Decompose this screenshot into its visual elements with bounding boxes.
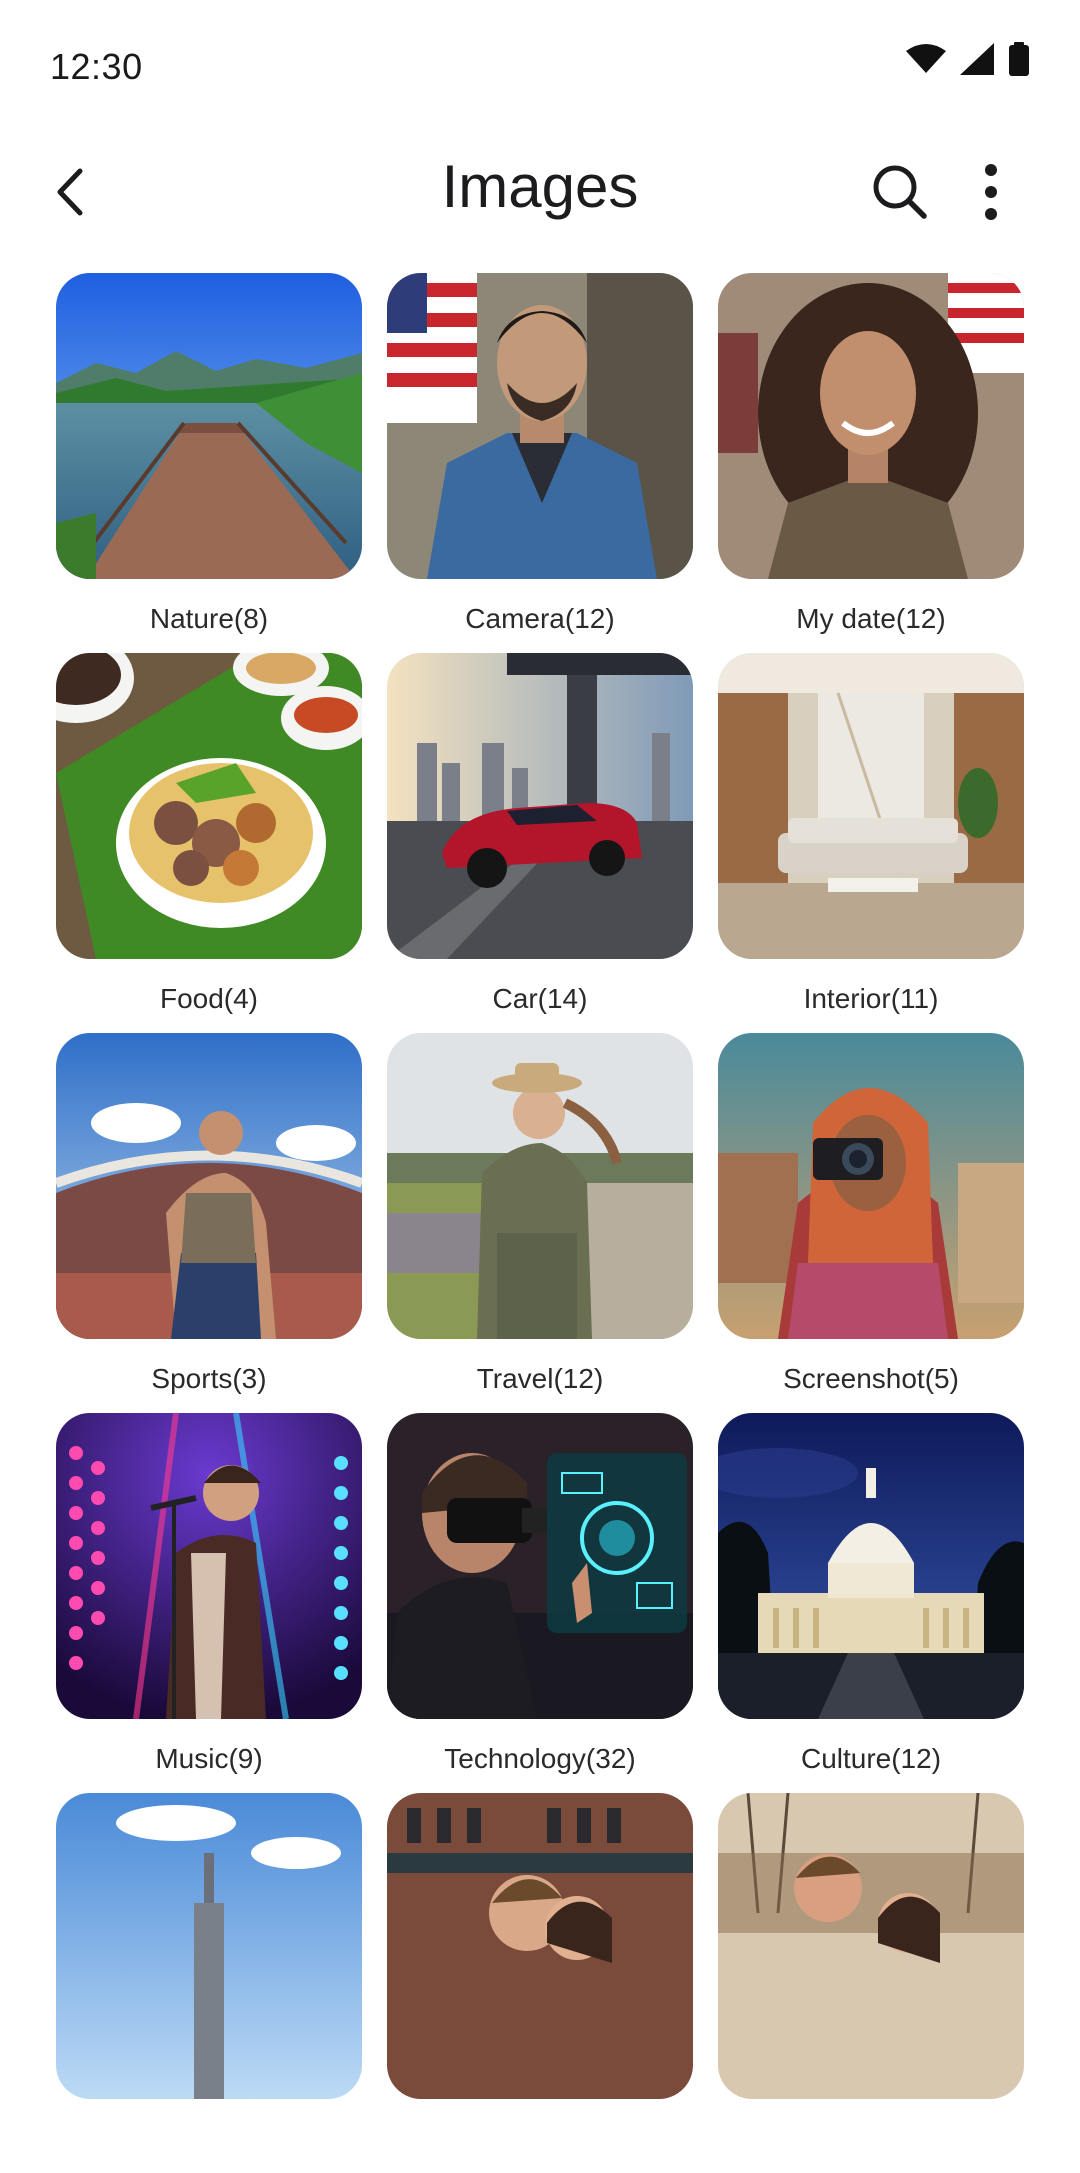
album-label [387,2119,693,2159]
album-label: Nature(8) [149,603,269,634]
album-camera[interactable]: Camera(12) [387,273,693,653]
album-sports[interactable]: Sports(3) [56,1033,362,1413]
album-label: My date(12) [796,603,946,634]
album-interior[interactable]: Interior(11) [718,653,1024,1033]
album-culture[interactable]: Culture(12) [718,1413,1024,1793]
album-thumbnail [56,1413,362,1719]
album-label: Car(14) [492,983,588,1014]
album-screenshot[interactable]: Screenshot(5) [718,1033,1024,1413]
album-thumbnail [56,1033,362,1339]
album-partial-3[interactable] [718,1793,1024,2173]
album-technology[interactable]: Technology(32) [387,1413,693,1793]
album-thumbnail [718,1413,1024,1719]
album-label: Culture(12) [800,1743,942,1774]
album-thumbnail [718,653,1024,959]
album-thumbnail [387,1413,693,1719]
album-label: Travel(12) [476,1363,604,1394]
album-label: Screenshot(5) [783,1363,959,1394]
album-thumbnail [718,273,1024,579]
album-thumbnail [387,1033,693,1339]
album-thumbnail [387,1793,693,2099]
battery-icon [1009,42,1029,76]
more-vertical-icon [985,164,997,220]
album-music[interactable]: Music(9) [56,1413,362,1793]
status-bar: 12:30 [0,0,1080,130]
album-label: Music(9) [155,1743,263,1774]
album-thumbnail [387,653,693,959]
album-label: Interior(11) [803,983,939,1014]
status-time: 12:30 [50,46,143,87]
signal-icon [960,43,994,75]
status-icons [906,42,1030,76]
search-icon [873,165,927,219]
album-thumbnail [718,1033,1024,1339]
album-thumbnail [387,273,693,579]
album-thumbnail [56,653,362,959]
album-partial-1[interactable] [56,1793,362,2173]
album-my-date[interactable]: My date(12) [718,273,1024,653]
album-food[interactable]: Food(4) [56,653,362,1033]
album-thumbnail [56,1793,362,2099]
album-label: Technology(32) [444,1743,636,1774]
app-bar: Images [0,140,1080,240]
album-label: Food(4) [159,983,259,1014]
album-partial-2[interactable] [387,1793,693,2173]
album-label [718,2119,1024,2159]
album-nature[interactable]: Nature(8) [56,273,362,653]
album-label: Camera(12) [465,603,615,634]
more-options-button[interactable] [966,158,1016,226]
search-button[interactable] [866,158,934,226]
album-thumbnail [56,273,362,579]
album-car[interactable]: Car(14) [387,653,693,1033]
wifi-icon [906,44,946,73]
album-label [56,2119,362,2159]
album-grid: Nature(8) Camera(12) My date(12) Food(4)… [56,273,1026,2173]
album-travel[interactable]: Travel(12) [387,1033,693,1413]
album-label: Sports(3) [151,1363,267,1394]
album-thumbnail [718,1793,1024,2099]
